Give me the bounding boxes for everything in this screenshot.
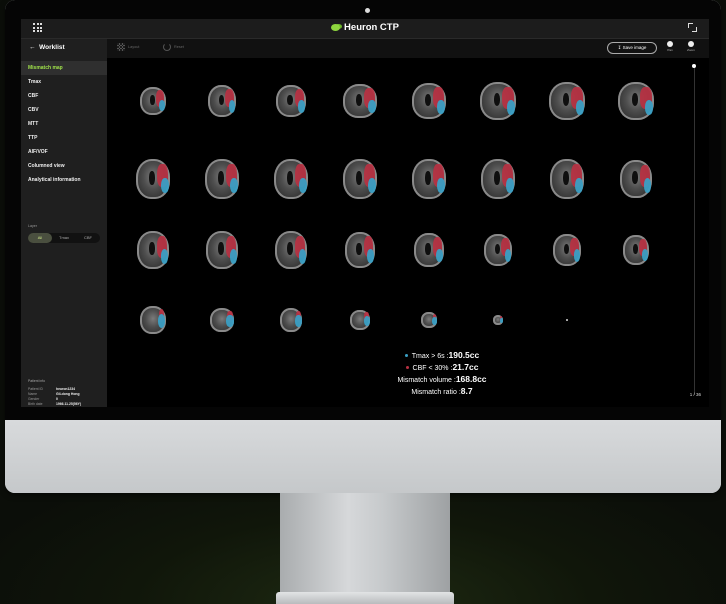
- layer-label: Layer: [28, 224, 37, 228]
- mismatch-volume-value: 168.8cc: [455, 374, 487, 384]
- pan-button[interactable]: Pan: [663, 41, 677, 52]
- tmax-stat: Tmax > 6s :190.5cc: [317, 350, 567, 362]
- brain-slice[interactable]: [280, 308, 302, 332]
- save-image-button[interactable]: ↧ Save image: [607, 42, 657, 54]
- top-bar: Heuron CTP: [21, 19, 709, 39]
- brain-slice[interactable]: [276, 85, 306, 117]
- brain-slice[interactable]: [206, 231, 238, 269]
- tmax-dot: [404, 354, 408, 357]
- brain-slice[interactable]: [210, 308, 234, 332]
- sidebar-item-aif-vof[interactable]: AIF/VOF: [21, 145, 107, 159]
- brain-slice[interactable]: [343, 84, 377, 118]
- cbf-stat-value: 21.7cc: [452, 362, 479, 372]
- brain-slice[interactable]: [549, 82, 585, 120]
- brain-slice[interactable]: [480, 82, 516, 120]
- monitor-stand: [280, 493, 450, 593]
- brain-slice[interactable]: [137, 231, 169, 269]
- sidebar-item-cbv[interactable]: CBV: [21, 103, 107, 117]
- brain-slice[interactable]: [274, 159, 308, 199]
- worklist-label: Worklist: [39, 44, 65, 51]
- mismatch-ratio: Mismatch ratio :8.7: [317, 386, 567, 398]
- brain-slice[interactable]: [620, 160, 652, 198]
- mismatch-ratio-label: Mismatch ratio :: [411, 389, 461, 396]
- pan-icon: [667, 41, 673, 47]
- brain-slice[interactable]: [208, 85, 236, 117]
- brain-slice[interactable]: [493, 315, 503, 325]
- mismatch-volume: Mismatch volume :168.8cc: [317, 374, 567, 386]
- slice-counter: 1 / 36: [689, 392, 701, 397]
- brain-slice[interactable]: [136, 159, 170, 199]
- brain-slice[interactable]: [421, 312, 437, 328]
- brain-slice[interactable]: [140, 306, 166, 334]
- sidebar-item-ttp[interactable]: TTP: [21, 131, 107, 145]
- brain-slice[interactable]: [345, 232, 375, 268]
- sidebar-item-columned-view[interactable]: Columned view: [21, 159, 107, 173]
- patient-info: Patient info Patient ID heuron1234 Name Gil…: [28, 379, 83, 407]
- brain-slice[interactable]: [412, 159, 446, 199]
- download-icon: ↧: [617, 45, 622, 50]
- brain-slice[interactable]: [481, 159, 515, 199]
- layout-label: Layout: [128, 45, 140, 49]
- brain-slice[interactable]: [566, 319, 568, 321]
- mismatch-stats: Tmax > 6s :190.5cc CBF < 30% :21.7cc Mis…: [317, 350, 567, 398]
- sidebar: ← Worklist Mismatch map Tmax CBF CBV MTT TTP A…: [21, 39, 107, 407]
- monitor-chin: [5, 420, 721, 493]
- patient-info-title: Patient info: [28, 379, 45, 383]
- cbf-stat-label: CBF < 30% :: [412, 365, 453, 372]
- brain-slice[interactable]: [553, 234, 581, 266]
- image-viewer[interactable]: 1 / 36 Tmax > 6s :190.5cc CBF < 30% :21.…: [107, 58, 709, 407]
- layout-grid-icon: [117, 43, 125, 51]
- layer-option-cbf[interactable]: CBF: [76, 233, 100, 243]
- cbf-dot: [405, 366, 409, 369]
- fullscreen-icon[interactable]: [688, 23, 697, 32]
- brain-slice[interactable]: [414, 233, 444, 267]
- brain-slice[interactable]: [350, 310, 370, 330]
- sidebar-item-mtt[interactable]: MTT: [21, 117, 107, 131]
- sidebar-item-analytical-information[interactable]: Analytical information: [21, 173, 107, 187]
- toolbar: Layout Reset ↧ Save image Pan Zoom: [107, 39, 709, 58]
- layer-toggle: All Tmax CBF: [28, 233, 100, 243]
- brain-slice[interactable]: [623, 235, 649, 265]
- brain-slice[interactable]: [412, 83, 446, 119]
- brain-slice[interactable]: [275, 231, 307, 269]
- sidebar-item-cbf[interactable]: CBF: [21, 89, 107, 103]
- app-title-text: Heuron CTP: [344, 22, 399, 33]
- sidebar-nav: Mismatch map Tmax CBF CBV MTT TTP AIF/VOF Colum…: [21, 61, 107, 187]
- zoom-button[interactable]: Zoom: [684, 41, 698, 52]
- brain-slice[interactable]: [205, 159, 239, 199]
- layer-option-all[interactable]: All: [28, 233, 52, 243]
- slice-scrollbar[interactable]: [694, 65, 695, 395]
- pan-label: Pan: [667, 48, 673, 52]
- tmax-stat-label: Tmax > 6s :: [411, 353, 449, 360]
- reset-label: Reset: [174, 45, 184, 49]
- brain-slice[interactable]: [618, 82, 654, 120]
- brain-slice[interactable]: [343, 159, 377, 199]
- sidebar-item-mismatch-map[interactable]: Mismatch map: [21, 61, 107, 75]
- layer-option-tmax[interactable]: Tmax: [52, 233, 76, 243]
- layout-button[interactable]: Layout: [117, 43, 139, 51]
- patient-info-value: Gil-dong Hong: [56, 392, 80, 396]
- brain-slice[interactable]: [484, 234, 512, 266]
- monitor-stand-base: [276, 592, 454, 604]
- arrow-left-icon: ←: [29, 44, 36, 51]
- mismatch-ratio-value: 8.7: [460, 386, 473, 396]
- tmax-stat-value: 190.5cc: [448, 350, 480, 360]
- back-to-worklist[interactable]: ← Worklist: [29, 44, 65, 51]
- zoom-label: Zoom: [687, 48, 695, 52]
- mismatch-volume-label: Mismatch volume :: [397, 377, 456, 384]
- brain-slice[interactable]: [550, 159, 584, 199]
- slice-scroll-handle[interactable]: [692, 64, 696, 68]
- sidebar-item-tmax[interactable]: Tmax: [21, 75, 107, 89]
- reset-icon: [163, 43, 171, 51]
- app-title: Heuron CTP: [21, 22, 709, 33]
- heuron-logo-icon: [331, 24, 341, 31]
- app-screen: Heuron CTP ← Worklist Mismatch map Tmax CB…: [21, 19, 709, 407]
- zoom-icon: [688, 41, 694, 47]
- camera-dot: [365, 8, 370, 13]
- reset-button[interactable]: Reset: [163, 43, 184, 51]
- brain-slice[interactable]: [140, 87, 166, 115]
- save-image-label: Save image: [622, 45, 647, 50]
- cbf-stat: CBF < 30% :21.7cc: [317, 362, 567, 374]
